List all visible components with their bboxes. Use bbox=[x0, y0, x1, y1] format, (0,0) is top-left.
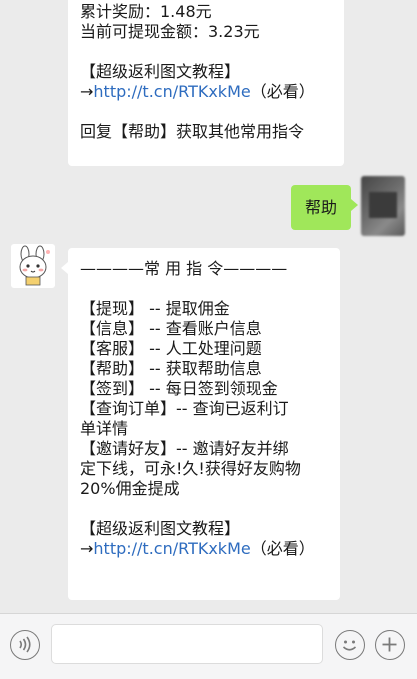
link-note: （必看） bbox=[250, 539, 315, 558]
user-message-bubble[interactable]: 帮助 bbox=[291, 185, 351, 230]
message-line: 累计奖励：1.48元 bbox=[80, 2, 212, 21]
chat-screen: 累计奖励：1.48元 当前可提现金额：3.23元 【超级返利图文教程】 →htt… bbox=[0, 0, 417, 679]
invite-line: 20%佣金提成 bbox=[80, 479, 180, 498]
command-sep: -- bbox=[144, 299, 166, 318]
message-line: 当前可提现金额：3.23元 bbox=[80, 22, 260, 41]
command-key: 【客服】 bbox=[80, 339, 145, 358]
plus-icon bbox=[382, 637, 397, 652]
bot-bubble-tail bbox=[61, 262, 68, 274]
message-blank-line bbox=[80, 102, 332, 122]
arrow-text: → bbox=[80, 539, 94, 558]
bot-reply-message: ————常 用 指 令———— 【提现】 -- 提取佣金 【信息】 -- 查看账… bbox=[68, 248, 340, 600]
tutorial-title: 【超级返利图文教程】 bbox=[80, 519, 241, 538]
chat-input-bar bbox=[0, 613, 417, 679]
command-key: 【信息】 bbox=[80, 319, 145, 338]
invite-line: 定下线，可永!久!获得好友购物 bbox=[80, 459, 301, 478]
command-desc: 每日签到领现金 bbox=[165, 379, 278, 398]
command-row: 【客服】 -- 人工处理问题 bbox=[80, 339, 328, 359]
command-desc: 提取佣金 bbox=[165, 299, 230, 318]
command-desc: 获取帮助信息 bbox=[165, 359, 262, 378]
emoji-icon bbox=[342, 640, 357, 651]
command-row: 【提现】 -- 提取佣金 bbox=[80, 299, 328, 319]
link-note: （必看） bbox=[250, 82, 315, 101]
arrow-text: → bbox=[80, 82, 94, 101]
command-row: 【签到】 -- 每日签到领现金 bbox=[80, 379, 328, 399]
message-text-input[interactable] bbox=[51, 624, 323, 664]
command-sep: -- bbox=[144, 339, 166, 358]
user-avatar[interactable] bbox=[361, 176, 405, 236]
command-row: 【帮助】 -- 获取帮助信息 bbox=[80, 359, 328, 379]
command-desc: 人工处理问题 bbox=[165, 339, 262, 358]
previous-bot-message: 累计奖励：1.48元 当前可提现金额：3.23元 【超级返利图文教程】 →htt… bbox=[68, 0, 344, 166]
invite-line: 【邀请好友】-- 邀请好友并绑 bbox=[80, 439, 289, 458]
command-sep: -- bbox=[144, 359, 166, 378]
message-blank-line bbox=[80, 279, 328, 299]
message-line: 回复【帮助】获取其他常用指令 bbox=[80, 122, 305, 141]
cartoon-bunny-icon bbox=[19, 245, 50, 286]
tutorial-link[interactable]: http://t.cn/RTKxkMe bbox=[93, 82, 250, 101]
command-sep: -- bbox=[144, 379, 166, 398]
user-bubble-tail bbox=[351, 199, 358, 211]
command-key: 【帮助】 bbox=[80, 359, 145, 378]
tutorial-link-line: →http://t.cn/RTKxkMe（必看） bbox=[80, 539, 328, 559]
emoji-button[interactable] bbox=[335, 630, 365, 660]
command-desc: 查看账户信息 bbox=[165, 319, 262, 338]
tutorial-link-line: →http://t.cn/RTKxkMe（必看） bbox=[80, 82, 332, 102]
message-line: 【超级返利图文教程】 bbox=[80, 62, 241, 81]
message-blank-line bbox=[80, 42, 332, 62]
tutorial-link[interactable]: http://t.cn/RTKxkMe bbox=[93, 539, 250, 558]
command-key: 【签到】 bbox=[80, 379, 145, 398]
message-blank-line bbox=[80, 499, 328, 519]
commands-header: ————常 用 指 令———— bbox=[80, 259, 288, 278]
bot-avatar[interactable] bbox=[11, 244, 55, 288]
voice-icon bbox=[19, 636, 31, 653]
query-order-line: 单详情 bbox=[80, 419, 129, 438]
command-key: 【提现】 bbox=[80, 299, 145, 318]
query-order-line: 【查询订单】-- 查询已返利订 bbox=[80, 399, 289, 418]
command-row: 【信息】 -- 查看账户信息 bbox=[80, 319, 328, 339]
voice-button[interactable] bbox=[10, 630, 40, 660]
command-sep: -- bbox=[144, 319, 166, 338]
more-button[interactable] bbox=[375, 630, 405, 660]
